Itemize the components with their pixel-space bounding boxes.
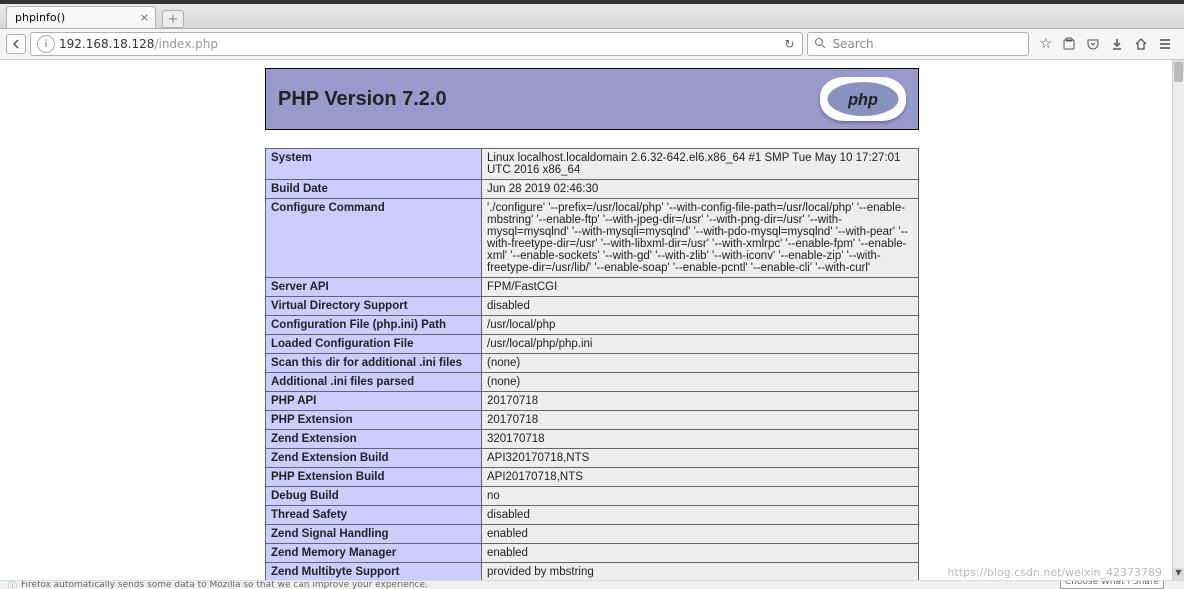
phpinfo-container: PHP Version 7.2.0 php SystemLinux localh… — [265, 68, 919, 580]
menu-icon[interactable] — [1158, 36, 1172, 52]
footer-choose-button[interactable]: Choose What I Share — [1060, 580, 1164, 589]
info-icon[interactable]: i — [35, 35, 55, 53]
nav-toolbar: i 192.168.18.128/index.php ↻ Search ☆ — [0, 29, 1184, 60]
table-value: API20170718,NTS — [482, 468, 919, 487]
table-value: disabled — [482, 297, 919, 316]
tab-phpinfo[interactable]: phpinfo() × — [6, 6, 156, 28]
table-row: Zend Extension320170718 — [266, 430, 919, 449]
tab-label: phpinfo() — [15, 11, 65, 24]
svg-text:php: php — [847, 91, 878, 109]
library-icon[interactable] — [1062, 36, 1076, 52]
table-row: Thread Safetydisabled — [266, 506, 919, 525]
phpinfo-header: PHP Version 7.2.0 php — [265, 68, 919, 130]
table-key: Configure Command — [266, 199, 482, 278]
phpinfo-table: SystemLinux localhost.localdomain 2.6.32… — [265, 148, 919, 580]
table-key: PHP API — [266, 392, 482, 411]
vertical-scrollbar[interactable]: ▲ ▼ — [1172, 60, 1184, 580]
downloads-icon[interactable] — [1110, 36, 1124, 52]
table-key: Zend Memory Manager — [266, 544, 482, 563]
table-key: Debug Build — [266, 487, 482, 506]
search-bar[interactable]: Search — [807, 32, 1029, 56]
table-value: no — [482, 487, 919, 506]
table-value: enabled — [482, 544, 919, 563]
table-value: enabled — [482, 525, 919, 544]
table-key: Zend Extension Build — [266, 449, 482, 468]
table-key: System — [266, 149, 482, 180]
table-value: /usr/local/php — [482, 316, 919, 335]
page-content[interactable]: PHP Version 7.2.0 php SystemLinux localh… — [8, 60, 1176, 580]
table-row: PHP API20170718 — [266, 392, 919, 411]
table-value: './configure' '--prefix=/usr/local/php' … — [482, 199, 919, 278]
table-key: Virtual Directory Support — [266, 297, 482, 316]
table-row: PHP Extension BuildAPI20170718,NTS — [266, 468, 919, 487]
arrow-left-icon — [11, 39, 21, 49]
table-key: PHP Extension Build — [266, 468, 482, 487]
table-value: 320170718 — [482, 430, 919, 449]
table-row: Additional .ini files parsed(none) — [266, 373, 919, 392]
table-value: (none) — [482, 373, 919, 392]
table-row: Build DateJun 28 2019 02:46:30 — [266, 180, 919, 199]
table-row: Zend Signal Handlingenabled — [266, 525, 919, 544]
table-row: Virtual Directory Supportdisabled — [266, 297, 919, 316]
url-host: 192.168.18.128 — [59, 37, 154, 51]
back-button[interactable] — [6, 34, 26, 54]
search-placeholder: Search — [832, 37, 873, 51]
scroll-down-arrow[interactable]: ▼ — [1173, 568, 1184, 580]
table-row: Loaded Configuration File/usr/local/php/… — [266, 335, 919, 354]
table-row: Server APIFPM/FastCGI — [266, 278, 919, 297]
footer-notification: ⓘ Firefox automatically sends some data … — [0, 580, 1184, 589]
table-value: disabled — [482, 506, 919, 525]
table-key: Loaded Configuration File — [266, 335, 482, 354]
table-key: Scan this dir for additional .ini files — [266, 354, 482, 373]
table-row: Zend Memory Managerenabled — [266, 544, 919, 563]
table-key: Build Date — [266, 180, 482, 199]
table-key: Additional .ini files parsed — [266, 373, 482, 392]
table-value: API320170718,NTS — [482, 449, 919, 468]
table-value: FPM/FastCGI — [482, 278, 919, 297]
scroll-thumb[interactable] — [1174, 62, 1183, 82]
table-row: Configure Command'./configure' '--prefix… — [266, 199, 919, 278]
table-value: /usr/local/php/php.ini — [482, 335, 919, 354]
url-path: /index.php — [154, 37, 218, 51]
table-key: PHP Extension — [266, 411, 482, 430]
table-value: 20170718 — [482, 392, 919, 411]
table-row: Scan this dir for additional .ini files(… — [266, 354, 919, 373]
reload-icon[interactable]: ↻ — [780, 37, 798, 51]
php-logo: php — [820, 77, 906, 121]
table-row: Debug Buildno — [266, 487, 919, 506]
pocket-icon[interactable] — [1086, 36, 1100, 52]
table-key: Configuration File (php.ini) Path — [266, 316, 482, 335]
footer-info-icon: ⓘ — [8, 580, 17, 589]
table-key: Zend Signal Handling — [266, 525, 482, 544]
new-tab-button[interactable]: + — [162, 10, 184, 28]
search-icon — [814, 37, 826, 52]
table-value: Linux localhost.localdomain 2.6.32-642.e… — [482, 149, 919, 180]
url-bar[interactable]: i 192.168.18.128/index.php ↻ — [30, 32, 803, 56]
table-row: PHP Extension20170718 — [266, 411, 919, 430]
table-row: SystemLinux localhost.localdomain 2.6.32… — [266, 149, 919, 180]
close-icon[interactable]: × — [140, 11, 149, 24]
table-value: 20170718 — [482, 411, 919, 430]
table-row: Zend Multibyte Supportprovided by mbstri… — [266, 563, 919, 581]
bookmark-star-icon[interactable]: ☆ — [1039, 36, 1052, 52]
table-key: Zend Extension — [266, 430, 482, 449]
page-title: PHP Version 7.2.0 — [278, 88, 447, 111]
table-row: Zend Extension BuildAPI320170718,NTS — [266, 449, 919, 468]
url-text: 192.168.18.128/index.php — [59, 37, 780, 51]
footer-text: Firefox automatically sends some data to… — [21, 580, 428, 589]
tab-strip: phpinfo() × + — [0, 4, 1184, 29]
table-value: Jun 28 2019 02:46:30 — [482, 180, 919, 199]
toolbar-icons: ☆ — [1033, 36, 1178, 52]
home-icon[interactable] — [1134, 36, 1148, 52]
table-value: provided by mbstring — [482, 563, 919, 581]
table-row: Configuration File (php.ini) Path/usr/lo… — [266, 316, 919, 335]
table-value: (none) — [482, 354, 919, 373]
table-key: Zend Multibyte Support — [266, 563, 482, 581]
table-key: Server API — [266, 278, 482, 297]
table-key: Thread Safety — [266, 506, 482, 525]
